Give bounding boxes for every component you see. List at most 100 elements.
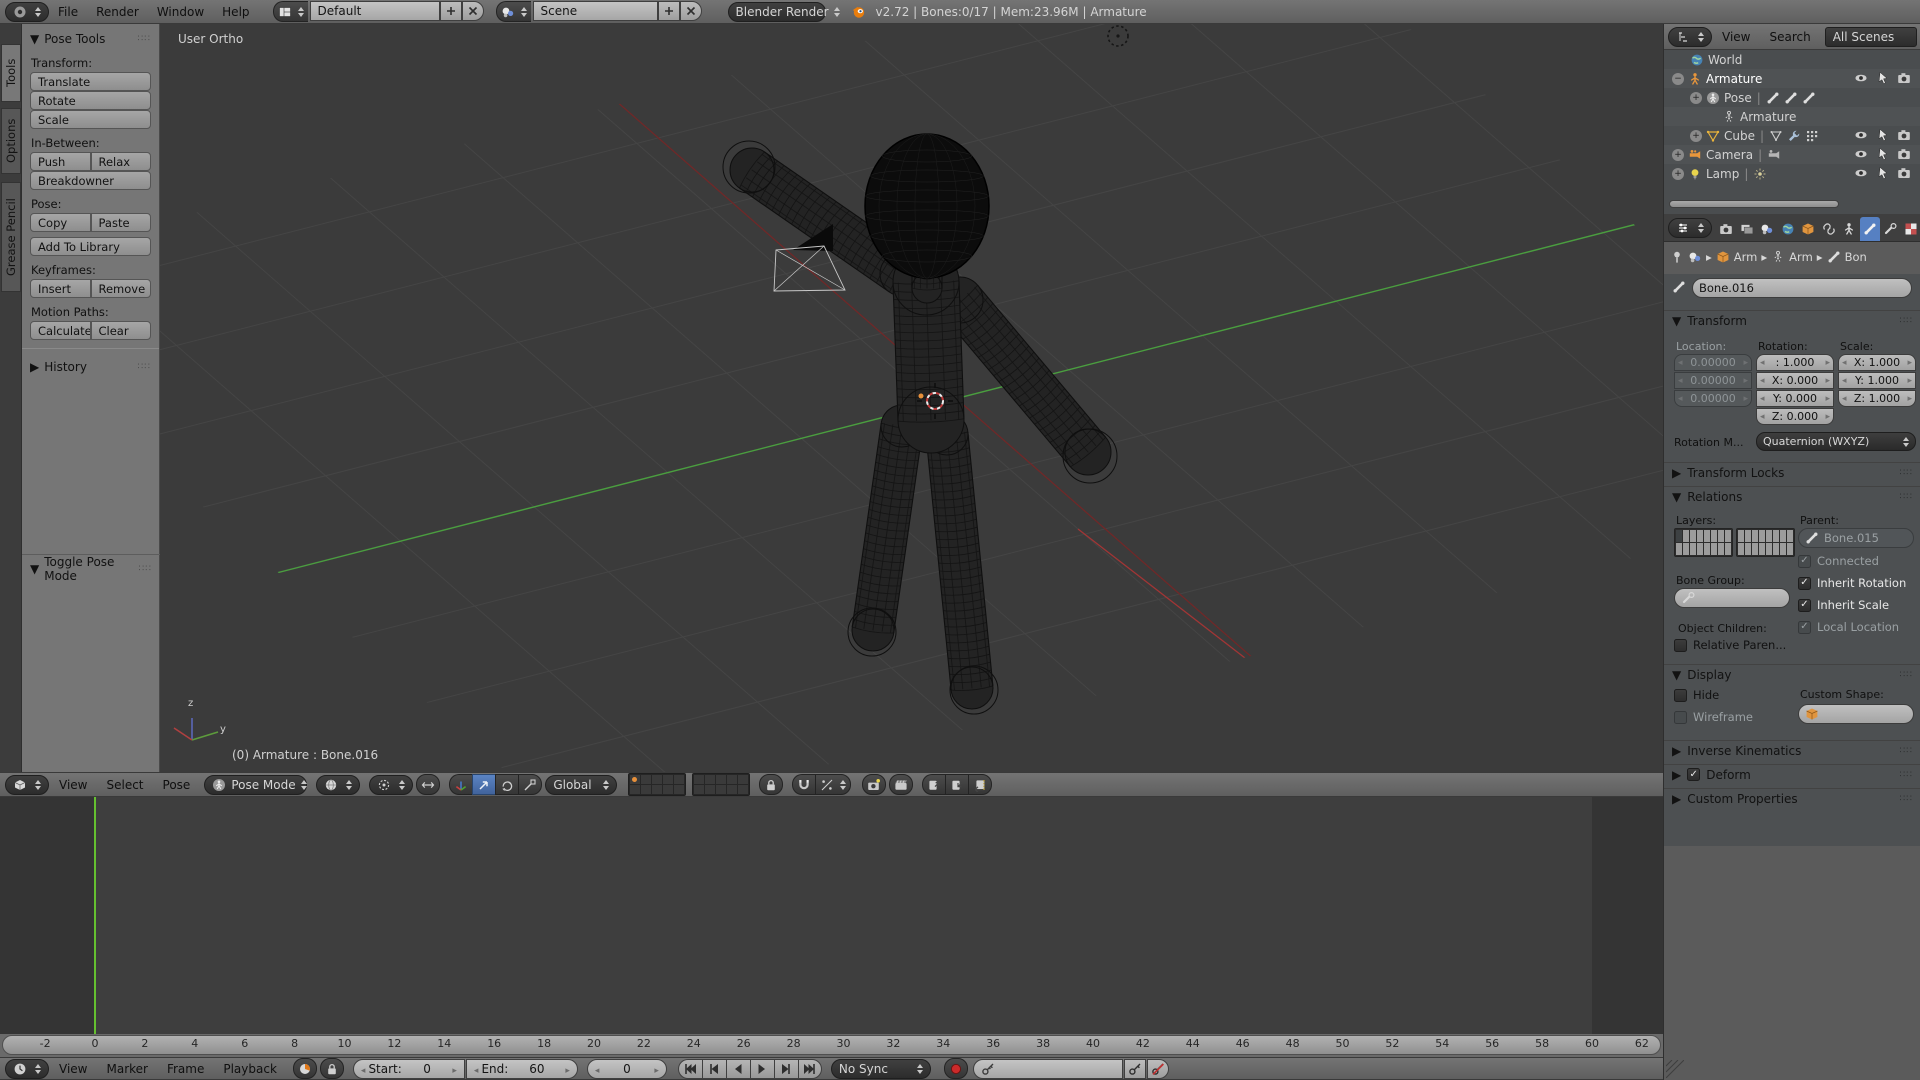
restrict-photocam-icon[interactable] bbox=[1897, 128, 1911, 145]
restrict-photocam-icon[interactable] bbox=[1897, 147, 1911, 164]
tool-button-insert[interactable]: Insert bbox=[30, 279, 91, 298]
bone-layer-cell[interactable] bbox=[1718, 543, 1724, 555]
toolshelf-tab-grease-pencil[interactable]: Grease Pencil bbox=[1, 182, 21, 292]
panel-drag-grip[interactable]: ∷∷ bbox=[1900, 492, 1913, 502]
transform-panel-header[interactable]: ▼Transform∷∷ bbox=[1664, 310, 1920, 330]
wrench-icon[interactable] bbox=[1787, 129, 1801, 143]
properties-render-layers-tab[interactable] bbox=[1737, 217, 1758, 241]
bone-layer-cell[interactable] bbox=[1697, 530, 1703, 542]
rotation-field-0[interactable]: ◂: 1.000▸ bbox=[1756, 354, 1834, 371]
bone-layer-cell[interactable] bbox=[1787, 543, 1793, 555]
tool-button-add-to-library[interactable]: Add To Library bbox=[30, 237, 151, 256]
redo-panel-header[interactable]: ▼Toggle Pose Mode∷∷ bbox=[30, 559, 152, 579]
corner-resize-grip[interactable] bbox=[1666, 1060, 1684, 1078]
relative-parenting-checkbox[interactable] bbox=[1674, 639, 1687, 652]
properties-scene-tab[interactable] bbox=[1757, 217, 1778, 241]
properties-bone-tab[interactable] bbox=[1860, 217, 1881, 241]
render-engine-selector[interactable]: Blender Render bbox=[728, 2, 826, 22]
custom-shape-field[interactable] bbox=[1798, 704, 1914, 724]
layer-cell[interactable] bbox=[727, 775, 737, 784]
restrict-photocam-icon[interactable] bbox=[1897, 71, 1911, 88]
outliner-hscrollbar[interactable] bbox=[1669, 200, 1839, 208]
layer-cell[interactable] bbox=[694, 785, 704, 794]
layer-cell[interactable] bbox=[630, 785, 640, 794]
scene-close-button[interactable] bbox=[680, 1, 702, 21]
screen-layout-browse-button[interactable] bbox=[273, 1, 308, 22]
layer-cell[interactable] bbox=[630, 775, 640, 784]
scale-field-0[interactable]: ◂X: 1.000▸ bbox=[1838, 354, 1916, 371]
bone-layer-cell[interactable] bbox=[1676, 530, 1682, 542]
panel-drag-grip[interactable]: ∷∷ bbox=[1900, 746, 1913, 756]
outliner-item-pose-2[interactable]: +Pose| bbox=[1664, 88, 1920, 107]
outliner-item-armature-1[interactable]: −Armature bbox=[1664, 69, 1920, 88]
3d-viewport[interactable]: User Ortho (0) Armature : Bone.016 z y T… bbox=[0, 24, 1663, 797]
jump-to-start-button[interactable] bbox=[678, 1059, 702, 1079]
viewport-editor-type-selector[interactable] bbox=[5, 775, 49, 795]
snap-element-selector[interactable] bbox=[815, 774, 851, 795]
pivot-point-selector[interactable] bbox=[369, 775, 413, 795]
bone-layer-cell[interactable] bbox=[1780, 543, 1786, 555]
bone-layer-cell[interactable] bbox=[1745, 543, 1751, 555]
tool-button-clear[interactable]: Clear bbox=[91, 321, 152, 340]
bone-layer-cell[interactable] bbox=[1773, 530, 1779, 542]
outliner-item-armature-3[interactable]: Armature bbox=[1664, 107, 1920, 126]
properties-world-tab[interactable] bbox=[1778, 217, 1799, 241]
bone-layer-cell[interactable] bbox=[1752, 530, 1758, 542]
restrict-cursor-icon[interactable] bbox=[1876, 71, 1890, 88]
layer-cell[interactable] bbox=[716, 775, 726, 784]
auto-keyframe-lock-toggle[interactable] bbox=[320, 1058, 344, 1079]
outliner-item-cube-4[interactable]: +Cube| bbox=[1664, 126, 1920, 145]
deform-panel-header[interactable]: ▶✓Deform∷∷ bbox=[1664, 764, 1920, 784]
tool-button-push[interactable]: Push bbox=[30, 152, 91, 171]
bone-group-field[interactable] bbox=[1674, 588, 1790, 608]
pose-copy-button[interactable] bbox=[922, 774, 945, 795]
jump-to-prev-keyframe-button[interactable] bbox=[702, 1059, 726, 1079]
bone-layer-cell[interactable] bbox=[1738, 530, 1744, 542]
layer-cell[interactable] bbox=[641, 785, 651, 794]
layer-cell[interactable] bbox=[705, 785, 715, 794]
panel-drag-grip[interactable]: ∷∷ bbox=[1900, 794, 1913, 804]
properties-bone-constraints-tab[interactable] bbox=[1880, 217, 1901, 241]
layer-cell[interactable] bbox=[663, 785, 673, 794]
restrict-cursor-icon[interactable] bbox=[1876, 166, 1890, 183]
layer-cell[interactable] bbox=[641, 775, 651, 784]
properties-editor-type-selector[interactable] bbox=[1668, 218, 1712, 238]
opengl-render-anim-button[interactable] bbox=[889, 774, 913, 795]
bone-layer-cell[interactable] bbox=[1683, 543, 1689, 555]
delete-keyframe-button[interactable] bbox=[1147, 1059, 1169, 1079]
tool-button-scale[interactable]: Scale bbox=[30, 110, 151, 129]
bone-layer-cell[interactable] bbox=[1683, 530, 1689, 542]
layer-cell[interactable] bbox=[663, 775, 673, 784]
manipulator-rotate-button[interactable] bbox=[495, 774, 518, 795]
layer-cell[interactable] bbox=[652, 775, 662, 784]
scene-add-button[interactable] bbox=[658, 1, 680, 21]
parent-field[interactable]: Bone.015 bbox=[1798, 528, 1914, 548]
tool-button-remove[interactable]: Remove bbox=[91, 279, 152, 298]
relations-panel-header[interactable]: ▼Relations∷∷ bbox=[1664, 486, 1920, 506]
jump-to-end-button[interactable] bbox=[798, 1059, 822, 1079]
layer-cell[interactable] bbox=[674, 785, 684, 794]
current-frame-field[interactable]: ◂0▸ bbox=[587, 1059, 667, 1079]
timeline-menu-frame[interactable]: Frame bbox=[158, 1058, 213, 1079]
tool-button-breakdowner[interactable]: Breakdowner bbox=[30, 171, 151, 190]
properties-render-tab[interactable] bbox=[1716, 217, 1737, 241]
expand-icon[interactable]: + bbox=[1690, 130, 1702, 142]
menu-render[interactable]: Render bbox=[87, 0, 148, 23]
timeline-menu-playback[interactable]: Playback bbox=[214, 1058, 286, 1079]
scene-name[interactable]: Scene bbox=[533, 1, 658, 21]
bone-layer-cell[interactable] bbox=[1766, 530, 1772, 542]
bone-layer-cell[interactable] bbox=[1711, 543, 1717, 555]
viewport-layers-grid[interactable] bbox=[628, 773, 686, 796]
armature-wireframe-figure[interactable] bbox=[723, 134, 1117, 714]
inverse-kinematics-panel-header[interactable]: ▶Inverse Kinematics∷∷ bbox=[1664, 740, 1920, 760]
outliner-menu-search[interactable]: Search bbox=[1760, 24, 1819, 49]
rotation-field-2[interactable]: ◂Y: 0.000▸ bbox=[1756, 390, 1834, 407]
collapse-icon[interactable]: − bbox=[1672, 73, 1684, 85]
insert-keyframe-button[interactable] bbox=[1124, 1059, 1146, 1079]
end-frame-field[interactable]: ◂End:60▸ bbox=[466, 1059, 578, 1079]
restrict-cursor-icon[interactable] bbox=[1876, 128, 1890, 145]
bone-layer-cell[interactable] bbox=[1738, 543, 1744, 555]
bone-layer-cell[interactable] bbox=[1780, 530, 1786, 542]
tool-button-copy[interactable]: Copy bbox=[30, 213, 91, 232]
properties-data-tab[interactable] bbox=[1839, 217, 1860, 241]
